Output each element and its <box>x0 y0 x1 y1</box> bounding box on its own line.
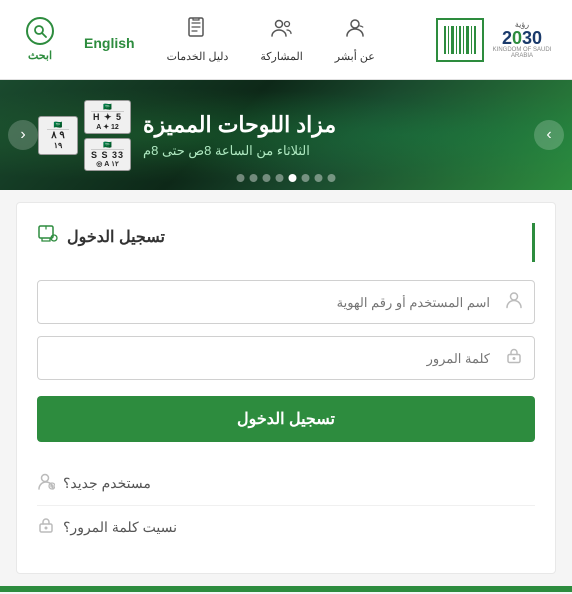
dot-1[interactable] <box>328 174 336 182</box>
new-user-row[interactable]: مستخدم جديد؟ <box>37 462 535 506</box>
header: رؤية 2030 KINGDOM OF SAUDI ARABIA <box>0 0 572 80</box>
services-icon <box>185 16 209 46</box>
plate-1: 🇸🇦 5 ✦ H 12 ✦ A <box>84 100 131 134</box>
login-header: تسجيل الدخول <box>37 223 535 262</box>
new-user-icon <box>37 472 55 495</box>
password-field <box>37 336 535 380</box>
username-field <box>37 280 535 324</box>
banner-plates: 🇸🇦 5 ✦ H 12 ✦ A 🇸🇦 33 S S ١٢ A ◎ 🇸🇦 ٩ ٨ … <box>38 100 131 171</box>
english-label: English <box>84 35 135 51</box>
banner-content: مزاد اللوحات المميزة الثلاثاء من الساعة … <box>131 111 534 160</box>
participation-icon <box>270 16 294 46</box>
password-input[interactable] <box>37 336 535 380</box>
plate-3: 🇸🇦 ٩ ٨ ١٩ <box>38 116 78 155</box>
banner: › مزاد اللوحات المميزة الثلاثاء من الساع… <box>0 80 572 190</box>
login-section: تسجيل الدخول <box>16 202 556 574</box>
password-icon <box>505 347 523 370</box>
username-icon <box>505 291 523 314</box>
dot-4[interactable] <box>289 174 297 182</box>
login-button[interactable]: تسجيل الدخول <box>37 396 535 442</box>
dot-7[interactable] <box>250 174 258 182</box>
participation-label: المشاركة <box>260 50 302 63</box>
banner-title: مزاد اللوحات المميزة <box>143 111 336 140</box>
username-input[interactable] <box>37 280 535 324</box>
header-right: رؤية 2030 KINGDOM OF SAUDI ARABIA <box>436 18 556 62</box>
search-label: ابحث <box>28 49 52 62</box>
new-user-label: مستخدم جديد؟ <box>63 475 151 492</box>
dot-6[interactable] <box>263 174 271 182</box>
forgot-password-row[interactable]: نسيت كلمة المرور؟ <box>37 506 535 549</box>
login-title: تسجيل الدخول <box>67 227 165 247</box>
forgot-password-label: نسيت كلمة المرور؟ <box>63 519 177 536</box>
dot-2[interactable] <box>315 174 323 182</box>
banner-arrow-left[interactable]: ‹ <box>8 120 38 150</box>
dot-3[interactable] <box>302 174 310 182</box>
vision-logo: رؤية 2030 KINGDOM OF SAUDI ARABIA <box>492 20 552 59</box>
links-section: مستخدم جديد؟ نسيت كلمة المرور؟ <box>37 462 535 549</box>
absher-label: عن أبشر <box>335 50 375 63</box>
absher-icon <box>343 16 367 46</box>
footer-bar <box>0 586 572 592</box>
dot-5[interactable] <box>276 174 284 182</box>
barcode-icon <box>436 18 484 62</box>
header-nav: عن أبشر المشاركة دليل الخدم <box>16 10 387 69</box>
services-label: دليل الخدمات <box>167 50 229 63</box>
banner-subtitle: الثلاثاء من الساعة 8ص حتى 8م <box>143 143 310 159</box>
nav-absher[interactable]: عن أبشر <box>323 10 387 69</box>
vision-country: KINGDOM OF SAUDI ARABIA <box>492 47 552 59</box>
nav-english[interactable]: English <box>72 23 147 57</box>
plate-2: 🇸🇦 33 S S ١٢ A ◎ <box>84 138 131 171</box>
vision-2030-text: 2030 <box>502 29 542 47</box>
banner-dots <box>237 174 336 182</box>
nav-services[interactable]: دليل الخدمات <box>155 10 241 69</box>
nav-search[interactable]: ابحث <box>16 11 64 68</box>
forgot-password-icon <box>37 516 55 539</box>
banner-arrow-right[interactable]: › <box>534 120 564 150</box>
login-title-icon <box>37 223 59 250</box>
plates-stack: 🇸🇦 5 ✦ H 12 ✦ A 🇸🇦 33 S S ١٢ A ◎ <box>84 100 131 171</box>
nav-participation[interactable]: المشاركة <box>248 10 314 69</box>
dot-8[interactable] <box>237 174 245 182</box>
search-icon <box>26 17 54 45</box>
